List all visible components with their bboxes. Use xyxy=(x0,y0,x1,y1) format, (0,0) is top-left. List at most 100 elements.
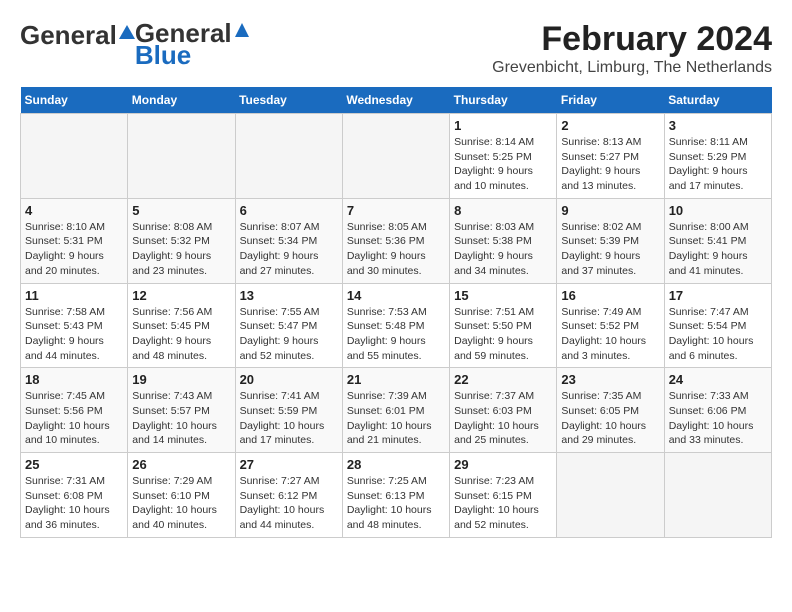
day-info: Sunrise: 8:08 AM Sunset: 5:32 PM Dayligh… xyxy=(132,220,230,279)
day-number: 7 xyxy=(347,203,445,218)
day-number: 16 xyxy=(561,288,659,303)
day-number: 5 xyxy=(132,203,230,218)
day-number: 25 xyxy=(25,457,123,472)
col-thursday: Thursday xyxy=(450,87,557,114)
calendar-cell: 15Sunrise: 7:51 AM Sunset: 5:50 PM Dayli… xyxy=(450,283,557,368)
calendar-cell: 11 Sunrise: 7:58 AM Sunset: 5:43 PM Dayli… xyxy=(21,283,128,368)
calendar-week-2: 4Sunrise: 8:10 AM Sunset: 5:31 PM Daylig… xyxy=(21,198,772,283)
day-number: 13 xyxy=(240,288,338,303)
calendar-cell xyxy=(557,453,664,538)
day-info: Sunrise: 7:51 AM Sunset: 5:50 PM Dayligh… xyxy=(454,305,552,364)
logo-triangle xyxy=(119,25,135,39)
logo: General xyxy=(20,20,135,51)
title-block: February 2024 Grevenbicht, Limburg, The … xyxy=(492,20,772,77)
calendar-cell: 28 Sunrise: 7:25 AM Sunset: 6:13 PM Dayli… xyxy=(342,453,449,538)
day-info: Sunrise: 7:39 AM Sunset: 6:01 PM Dayligh… xyxy=(347,389,445,448)
col-tuesday: Tuesday xyxy=(235,87,342,114)
day-info: Sunrise: 7:53 AM Sunset: 5:48 PM Dayligh… xyxy=(347,305,445,364)
col-wednesday: Wednesday xyxy=(342,87,449,114)
calendar-cell: 9Sunrise: 8:02 AM Sunset: 5:39 PM Daylig… xyxy=(557,198,664,283)
page-title: February 2024 xyxy=(492,20,772,59)
day-info: Sunrise: 7:45 AM Sunset: 5:56 PM Dayligh… xyxy=(25,389,123,448)
day-number: 9 xyxy=(561,203,659,218)
logo-blue-text: Blue xyxy=(135,42,191,68)
day-info: Sunrise: 7:35 AM Sunset: 6:05 PM Dayligh… xyxy=(561,389,659,448)
calendar-cell: 5 Sunrise: 8:08 AM Sunset: 5:32 PM Daylig… xyxy=(128,198,235,283)
calendar-week-4: 18 Sunrise: 7:45 AM Sunset: 5:56 PM Dayli… xyxy=(21,368,772,453)
day-info: Sunrise: 7:33 AM Sunset: 6:06 PM Dayligh… xyxy=(669,389,767,448)
day-number: 28 xyxy=(347,457,445,472)
calendar-cell: 10 Sunrise: 8:00 AM Sunset: 5:41 PM Dayli… xyxy=(664,198,771,283)
calendar-week-3: 11 Sunrise: 7:58 AM Sunset: 5:43 PM Dayli… xyxy=(21,283,772,368)
day-info: Sunrise: 8:07 AM Sunset: 5:34 PM Dayligh… xyxy=(240,220,338,279)
day-number: 24 xyxy=(669,372,767,387)
day-number: 29 xyxy=(454,457,552,472)
day-number: 20 xyxy=(240,372,338,387)
calendar-week-1: 1Sunrise: 8:14 AM Sunset: 5:25 PM Daylig… xyxy=(21,114,772,199)
day-number: 19 xyxy=(132,372,230,387)
calendar-cell: 23 Sunrise: 7:35 AM Sunset: 6:05 PM Dayli… xyxy=(557,368,664,453)
logo-general: General xyxy=(20,20,117,51)
day-number: 27 xyxy=(240,457,338,472)
calendar-cell xyxy=(128,114,235,199)
day-number: 23 xyxy=(561,372,659,387)
calendar-cell: 27 Sunrise: 7:27 AM Sunset: 6:12 PM Dayli… xyxy=(235,453,342,538)
day-number: 12 xyxy=(132,288,230,303)
calendar-cell: 26Sunrise: 7:29 AM Sunset: 6:10 PM Dayli… xyxy=(128,453,235,538)
day-number: 6 xyxy=(240,203,338,218)
calendar-cell: 3 Sunrise: 8:11 AM Sunset: 5:29 PM Daylig… xyxy=(664,114,771,199)
day-info: Sunrise: 7:49 AM Sunset: 5:52 PM Dayligh… xyxy=(561,305,659,364)
day-number: 2 xyxy=(561,118,659,133)
day-number: 11 xyxy=(25,288,123,303)
day-info: Sunrise: 8:11 AM Sunset: 5:29 PM Dayligh… xyxy=(669,135,767,194)
day-info: Sunrise: 7:23 AM Sunset: 6:15 PM Dayligh… xyxy=(454,474,552,533)
day-info: Sunrise: 8:00 AM Sunset: 5:41 PM Dayligh… xyxy=(669,220,767,279)
calendar-table: Sunday Monday Tuesday Wednesday Thursday… xyxy=(20,87,772,538)
day-number: 18 xyxy=(25,372,123,387)
logo-arrow-icon xyxy=(235,23,249,42)
calendar-cell: 6 Sunrise: 8:07 AM Sunset: 5:34 PM Daylig… xyxy=(235,198,342,283)
day-number: 17 xyxy=(669,288,767,303)
day-info: Sunrise: 7:27 AM Sunset: 6:12 PM Dayligh… xyxy=(240,474,338,533)
day-info: Sunrise: 8:03 AM Sunset: 5:38 PM Dayligh… xyxy=(454,220,552,279)
day-info: Sunrise: 8:05 AM Sunset: 5:36 PM Dayligh… xyxy=(347,220,445,279)
calendar-cell: 19 Sunrise: 7:43 AM Sunset: 5:57 PM Dayli… xyxy=(128,368,235,453)
col-friday: Friday xyxy=(557,87,664,114)
calendar-cell: 12Sunrise: 7:56 AM Sunset: 5:45 PM Dayli… xyxy=(128,283,235,368)
col-sunday: Sunday xyxy=(21,87,128,114)
day-info: Sunrise: 8:10 AM Sunset: 5:31 PM Dayligh… xyxy=(25,220,123,279)
calendar-cell xyxy=(342,114,449,199)
calendar-cell: 29 Sunrise: 7:23 AM Sunset: 6:15 PM Dayli… xyxy=(450,453,557,538)
day-info: Sunrise: 8:13 AM Sunset: 5:27 PM Dayligh… xyxy=(561,135,659,194)
day-info: Sunrise: 7:43 AM Sunset: 5:57 PM Dayligh… xyxy=(132,389,230,448)
day-info: Sunrise: 7:41 AM Sunset: 5:59 PM Dayligh… xyxy=(240,389,338,448)
calendar-cell: 25Sunrise: 7:31 AM Sunset: 6:08 PM Dayli… xyxy=(21,453,128,538)
calendar-cell: 17 Sunrise: 7:47 AM Sunset: 5:54 PM Dayli… xyxy=(664,283,771,368)
calendar-week-5: 25Sunrise: 7:31 AM Sunset: 6:08 PM Dayli… xyxy=(21,453,772,538)
day-info: Sunrise: 7:29 AM Sunset: 6:10 PM Dayligh… xyxy=(132,474,230,533)
col-saturday: Saturday xyxy=(664,87,771,114)
day-info: Sunrise: 7:47 AM Sunset: 5:54 PM Dayligh… xyxy=(669,305,767,364)
calendar-cell xyxy=(235,114,342,199)
day-number: 3 xyxy=(669,118,767,133)
calendar-cell: 21Sunrise: 7:39 AM Sunset: 6:01 PM Dayli… xyxy=(342,368,449,453)
calendar-cell: 1Sunrise: 8:14 AM Sunset: 5:25 PM Daylig… xyxy=(450,114,557,199)
day-number: 10 xyxy=(669,203,767,218)
day-number: 8 xyxy=(454,203,552,218)
calendar-cell xyxy=(21,114,128,199)
day-info: Sunrise: 7:37 AM Sunset: 6:03 PM Dayligh… xyxy=(454,389,552,448)
calendar-cell: 24 Sunrise: 7:33 AM Sunset: 6:06 PM Dayli… xyxy=(664,368,771,453)
col-monday: Monday xyxy=(128,87,235,114)
day-info: Sunrise: 8:14 AM Sunset: 5:25 PM Dayligh… xyxy=(454,135,552,194)
calendar-cell: 14 Sunrise: 7:53 AM Sunset: 5:48 PM Dayli… xyxy=(342,283,449,368)
day-number: 14 xyxy=(347,288,445,303)
calendar-cell: 16 Sunrise: 7:49 AM Sunset: 5:52 PM Dayli… xyxy=(557,283,664,368)
calendar-cell xyxy=(664,453,771,538)
page-subtitle: Grevenbicht, Limburg, The Netherlands xyxy=(492,59,772,77)
calendar-cell: 20 Sunrise: 7:41 AM Sunset: 5:59 PM Dayli… xyxy=(235,368,342,453)
day-info: Sunrise: 7:55 AM Sunset: 5:47 PM Dayligh… xyxy=(240,305,338,364)
day-info: Sunrise: 7:58 AM Sunset: 5:43 PM Dayligh… xyxy=(25,305,123,364)
calendar-cell: 22Sunrise: 7:37 AM Sunset: 6:03 PM Dayli… xyxy=(450,368,557,453)
calendar-cell: 2 Sunrise: 8:13 AM Sunset: 5:27 PM Daylig… xyxy=(557,114,664,199)
day-info: Sunrise: 7:25 AM Sunset: 6:13 PM Dayligh… xyxy=(347,474,445,533)
